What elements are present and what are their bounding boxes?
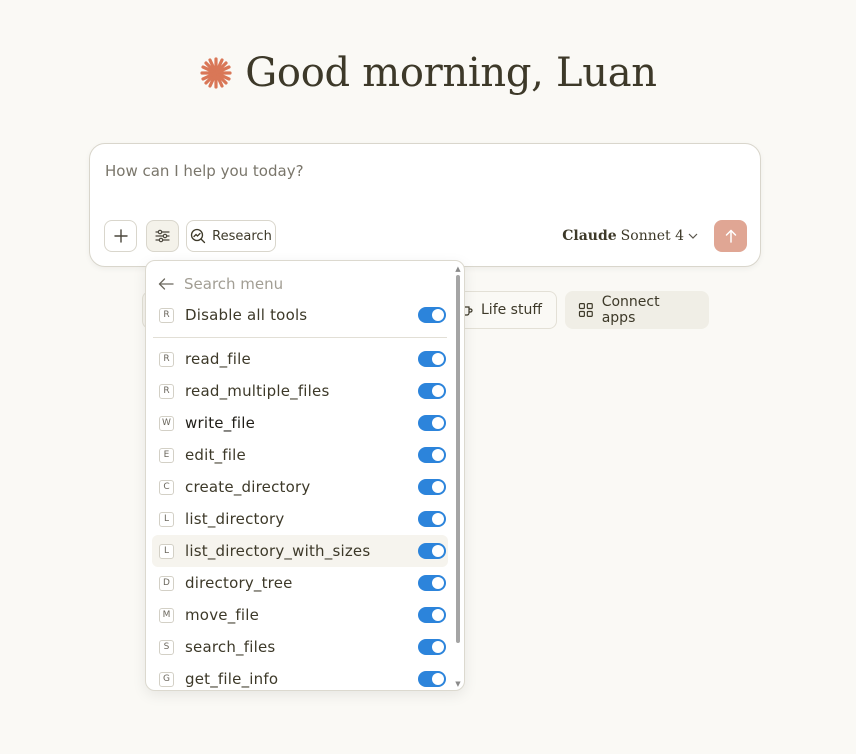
tools-menu-button[interactable] (146, 220, 179, 252)
tool-row[interactable]: Rread_file (152, 343, 448, 375)
tool-badge: C (159, 479, 174, 495)
tool-badge: M (159, 607, 174, 623)
tool-row[interactable]: Ssearch_files (152, 631, 448, 663)
tool-label: read_multiple_files (185, 382, 330, 400)
tool-badge: R (159, 351, 174, 367)
tool-badge: L (159, 511, 174, 527)
tool-badge: L (159, 543, 174, 559)
tool-row[interactable]: Llist_directory_with_sizes (152, 535, 448, 567)
disable-all-tools-row[interactable]: R Disable all tools (152, 299, 448, 331)
tool-label: move_file (185, 606, 260, 624)
research-icon (191, 228, 206, 244)
tool-label: read_file (185, 350, 251, 368)
tool-row[interactable]: Ccreate_directory (152, 471, 448, 503)
tool-toggle[interactable] (418, 383, 446, 399)
tool-row[interactable]: Llist_directory (152, 503, 448, 535)
add-attachment-button[interactable] (104, 220, 137, 252)
sliders-icon (155, 229, 170, 243)
tool-toggle[interactable] (418, 351, 446, 367)
tool-label: create_directory (185, 478, 311, 496)
menu-search-input[interactable]: Search menu (184, 275, 283, 293)
connect-apps-label: Connect apps (601, 294, 660, 326)
tool-toggle[interactable] (418, 415, 446, 431)
model-brand: Claude (562, 228, 617, 244)
tool-row[interactable]: Rread_multiple_files (152, 375, 448, 407)
menu-divider (153, 337, 447, 338)
tool-row[interactable]: Wwrite_file (152, 407, 448, 439)
tool-toggle[interactable] (418, 639, 446, 655)
tool-toggle[interactable] (418, 543, 446, 559)
scrollbar-thumb[interactable] (456, 275, 460, 643)
tool-badge: R (159, 307, 174, 323)
tool-badge: D (159, 575, 174, 591)
tool-toggle[interactable] (418, 447, 446, 463)
send-button[interactable] (714, 220, 747, 252)
model-selector[interactable]: Claude Sonnet 4 (562, 228, 698, 244)
tool-row[interactable]: Mmove_file (152, 599, 448, 631)
tool-row[interactable]: Eedit_file (152, 439, 448, 471)
tool-label: directory_tree (185, 574, 293, 592)
research-button[interactable]: Research (186, 220, 276, 252)
research-label: Research (212, 228, 272, 244)
tool-label: search_files (185, 638, 276, 656)
greeting: Good morning, Luan (0, 50, 856, 96)
chevron-down-icon (688, 233, 698, 239)
prompt-input[interactable]: How can I help you today? (105, 162, 304, 180)
claude-spark-icon (200, 57, 232, 89)
plus-icon (113, 229, 128, 243)
tool-toggle[interactable] (418, 671, 446, 687)
tool-badge: R (159, 383, 174, 399)
arrow-up-icon (725, 229, 736, 243)
tool-label: write_file (185, 414, 256, 432)
back-arrow-icon[interactable] (158, 277, 174, 291)
tool-badge: W (159, 415, 174, 431)
tool-label: list_directory_with_sizes (185, 542, 371, 560)
life-stuff-label: Life stuff (481, 302, 542, 318)
tools-dropdown-menu: Search menu R Disable all tools Rread_fi… (145, 260, 465, 691)
scroll-up-icon[interactable]: ▲ (454, 265, 462, 273)
tool-label: edit_file (185, 446, 246, 464)
grid-icon (578, 303, 593, 317)
disable-all-label: Disable all tools (185, 306, 308, 324)
scroll-down-icon[interactable]: ▼ (454, 680, 462, 688)
greeting-text: Good morning, Luan (245, 50, 657, 96)
tool-row[interactable]: Ddirectory_tree (152, 567, 448, 599)
tool-toggle[interactable] (418, 511, 446, 527)
disable-all-toggle[interactable] (418, 307, 446, 323)
tool-toggle[interactable] (418, 575, 446, 591)
model-name: Sonnet 4 (620, 228, 684, 244)
tool-toggle[interactable] (418, 479, 446, 495)
tool-badge: S (159, 639, 174, 655)
tool-toggle[interactable] (418, 607, 446, 623)
menu-search[interactable]: Search menu (158, 273, 283, 295)
tool-label: list_directory (185, 510, 285, 528)
tool-badge: G (159, 671, 174, 687)
chat-composer: How can I help you today? Research Claud… (89, 143, 761, 267)
tool-badge: E (159, 447, 174, 463)
menu-scrollbar[interactable]: ▲ ▼ (454, 265, 462, 688)
tool-label: get_file_info (185, 670, 279, 688)
connect-apps-chip[interactable]: Connect apps (565, 291, 709, 329)
tool-row[interactable]: Gget_file_info (152, 663, 448, 690)
